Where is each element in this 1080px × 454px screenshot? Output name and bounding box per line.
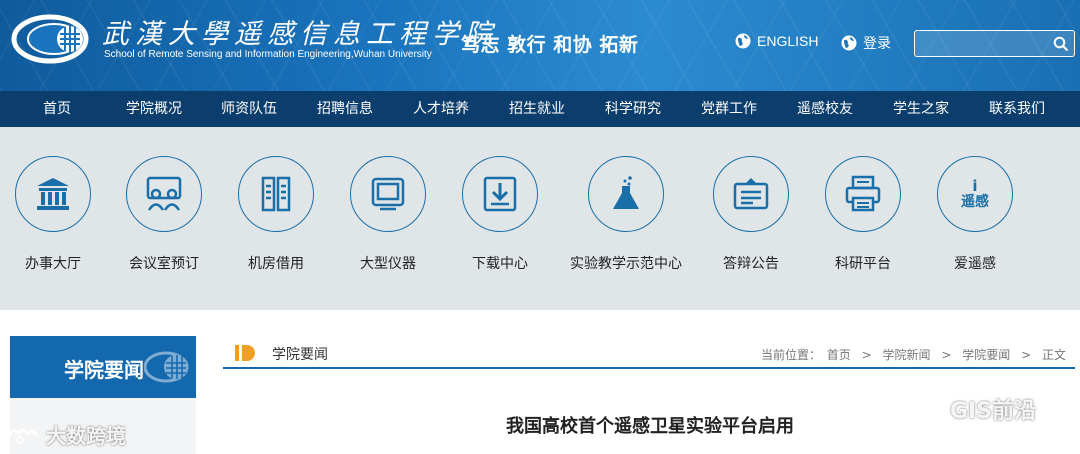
flask-icon — [613, 176, 639, 209]
login-link[interactable]: 登录 — [841, 33, 891, 53]
quick-link-circle — [15, 156, 91, 232]
watermark-left: 大数跨境 — [6, 420, 126, 449]
quick-link-label: 实验教学示范中心 — [570, 256, 682, 272]
main-nav: 首页 学院概况 师资队伍 招聘信息 人才培养 招生就业 科学研究 党群工作 遥感… — [0, 91, 1080, 127]
globe-icon — [735, 33, 751, 49]
quick-link-label: 下载中心 — [472, 256, 528, 272]
quick-link-label: 会议室预订 — [129, 256, 199, 272]
quick-link-label: 机房借用 — [248, 256, 304, 272]
nav-item-home[interactable]: 首页 — [43, 91, 71, 127]
breadcrumb-item-current: 正文 — [1041, 348, 1066, 362]
quick-link-circle — [350, 156, 426, 232]
nav-item-admission[interactable]: 招生就业 — [509, 91, 565, 127]
printer-icon — [845, 175, 881, 212]
login-link-label: 登录 — [863, 36, 891, 52]
quick-link-label: 办事大厅 — [25, 256, 81, 272]
quick-link-circle — [462, 156, 538, 232]
quick-link-label: 答辩公告 — [723, 256, 779, 272]
site-header: 武漢大學遥感信息工程学院 School of Remote Sensing an… — [0, 0, 1080, 91]
quick-link-label: 大型仪器 — [360, 256, 416, 272]
search-icon[interactable] — [1053, 36, 1069, 52]
globe-watermark-icon — [144, 351, 189, 383]
quick-link-label: 爱遥感 — [954, 256, 996, 272]
nav-item-party[interactable]: 党群工作 — [701, 91, 757, 127]
breadcrumb-item-news[interactable]: 学院新闻 — [883, 348, 931, 362]
search-box — [914, 30, 1075, 57]
school-name-cn: 武漢大學遥感信息工程学院 — [102, 19, 498, 50]
article-title: 我国高校首个遥感卫星实验平台启用 — [506, 416, 794, 437]
english-link[interactable]: ENGLISH — [735, 33, 818, 49]
sidebar-header: 学院要闻 — [10, 336, 196, 398]
breadcrumb-item-headlines[interactable]: 学院要闻 — [962, 348, 1010, 362]
breadcrumb-item-home[interactable]: 首页 — [827, 348, 851, 362]
content-header: 学院要闻 当前位置： 首页 > 学院新闻 > 学院要闻 > 正文 — [223, 338, 1075, 369]
download-icon — [483, 176, 517, 212]
nav-item-students[interactable]: 学生之家 — [893, 91, 949, 127]
nav-item-contact[interactable]: 联系我们 — [989, 91, 1045, 127]
globe-icon — [841, 35, 857, 51]
building-icon — [37, 178, 69, 210]
monitor-icon — [371, 177, 405, 211]
quick-links-panel: 办事大厅 会议室预订 机房借用 大型仪器 下载中心 实验教学示范中心 答辩公告 … — [0, 127, 1080, 310]
nav-item-recruitment[interactable]: 招聘信息 — [317, 91, 373, 127]
section-marker-icon — [235, 345, 255, 361]
quick-link-circle — [825, 156, 901, 232]
watermark-right-text: GIS前沿 — [950, 399, 1037, 424]
breadcrumb: 当前位置： 首页 > 学院新闻 > 学院要闻 > 正文 — [760, 346, 1067, 363]
nav-item-education[interactable]: 人才培养 — [413, 91, 469, 127]
search-input[interactable] — [915, 31, 1045, 56]
quick-link-circle — [713, 156, 789, 232]
english-link-label: ENGLISH — [757, 33, 819, 49]
watermark-right: GIS前沿 — [904, 393, 1036, 425]
info-icon: i 遥感 — [961, 177, 989, 210]
sidebar-title: 学院要闻 — [64, 358, 144, 382]
school-name-en: School of Remote Sensing and Information… — [104, 49, 432, 60]
breadcrumb-separator: > — [941, 348, 952, 362]
quick-link-circle — [238, 156, 314, 232]
breadcrumb-prefix: 当前位置： — [760, 348, 821, 362]
watermark-left-text: 大数跨境 — [46, 424, 126, 448]
nav-item-research[interactable]: 科学研究 — [605, 91, 661, 127]
quick-link-circle — [588, 156, 664, 232]
quick-link-label: 科研平台 — [835, 256, 891, 272]
breadcrumb-separator: > — [1021, 348, 1032, 362]
watermark-logo-icon — [7, 428, 39, 444]
server-icon — [261, 176, 291, 212]
nav-item-alumni[interactable]: 遥感校友 — [797, 91, 853, 127]
nav-item-faculty[interactable]: 师资队伍 — [221, 91, 277, 127]
quick-link-circle: i 遥感 — [937, 156, 1013, 232]
nav-item-about[interactable]: 学院概况 — [126, 91, 182, 127]
breadcrumb-separator: > — [861, 348, 872, 362]
wechat-icon — [904, 394, 941, 423]
university-logo-icon[interactable] — [10, 12, 94, 66]
section-title: 学院要闻 — [272, 347, 328, 363]
notice-icon — [733, 178, 769, 210]
school-motto: 笃志 敦行 和协 拓新 — [461, 34, 639, 56]
meeting-icon — [146, 176, 182, 211]
quick-link-circle — [126, 156, 202, 232]
